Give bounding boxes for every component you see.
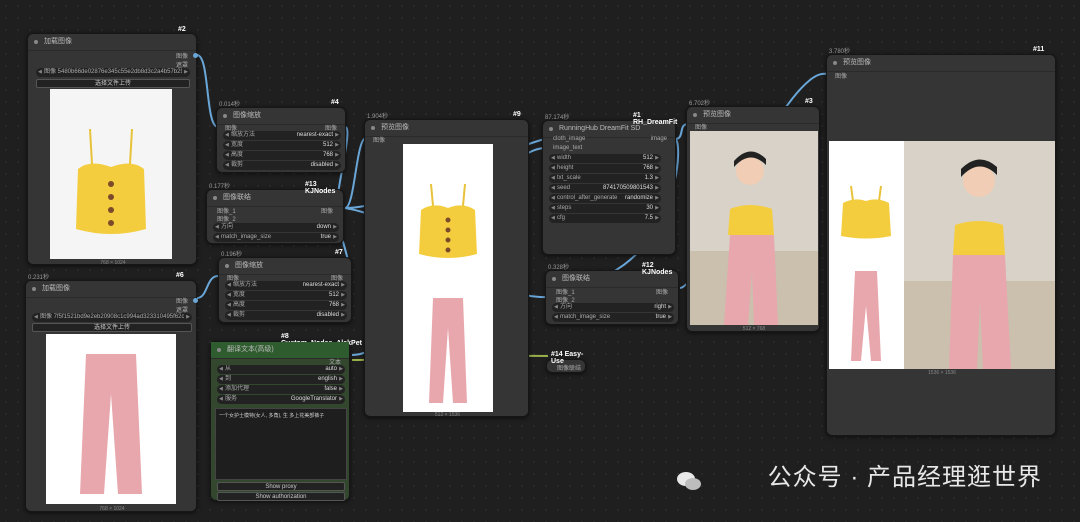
from-language-row[interactable]: 从auto — [217, 365, 345, 374]
wechat-icon — [677, 472, 701, 490]
proxy-row[interactable]: 添加代理false — [217, 385, 345, 394]
exec-time: 0.177秒 — [209, 184, 231, 190]
output-image-label: 图像 — [320, 209, 333, 215]
image-size-caption: 1536 × 1536 — [928, 370, 956, 376]
image-file-select[interactable]: 图像 7f5f1521bd9e2eb20908c1c994ad323310495… — [32, 313, 192, 322]
steps-row[interactable]: steps30 — [549, 204, 661, 213]
image-scale-node-7[interactable]: 0.196秒 #7 图像缩放 图像 图像 缩放方法nearest-exact 宽… — [218, 249, 352, 323]
image-size-caption: 768 × 1024 — [99, 506, 125, 512]
direction-row[interactable]: 方向right — [552, 303, 674, 312]
image-size-caption: 768 × 1024 — [100, 260, 126, 266]
preview-top-image — [403, 144, 493, 278]
pants-image — [46, 334, 176, 504]
scale-method-row[interactable]: 缩放方法nearest-exact — [225, 281, 347, 290]
output-image-label: image — [650, 136, 667, 142]
node-title: 加载图像 — [26, 281, 196, 298]
output-image-label: 图像 — [175, 54, 188, 60]
match-size-toggle[interactable]: match_image_sizetrue — [213, 233, 339, 242]
exec-time: 0.014秒 — [219, 102, 241, 108]
load-image-node-2[interactable]: 加载图像 #2 图像 遮罩 图像 5480b66de02876e345c55e2… — [27, 26, 198, 266]
width-row[interactable]: 宽度512 — [225, 291, 347, 300]
upload-button[interactable]: 选择文件上传 — [36, 79, 190, 88]
seed-row[interactable]: seed874170509801543 — [549, 184, 661, 193]
preview-image-node-3[interactable]: 6.702秒 #3 预览图像 图像 512 × 768 — [686, 98, 820, 332]
height-row[interactable]: height768 — [549, 164, 661, 173]
input-image-label: 图像 — [835, 74, 848, 80]
height-row[interactable]: 高度768 — [223, 151, 341, 160]
preview-image-node-11[interactable]: 3.780秒 #11 预览图像 图像 1536 × 1536 — [826, 46, 1056, 436]
exec-time: 3.780秒 — [829, 49, 851, 55]
image-concat-node-13[interactable]: 0.177秒 #13 KJNodes 图像联结 图像_1 图像_2 图像 方向d… — [206, 181, 344, 244]
node-title: 图像联结 — [557, 366, 582, 372]
tanktop-image — [50, 89, 172, 259]
exec-time: 6.702秒 — [689, 101, 711, 107]
txt-scale-row[interactable]: txt_scale1.3 — [549, 174, 661, 183]
width-row[interactable]: 宽度512 — [223, 141, 341, 150]
scale-method-row[interactable]: 缩放方法nearest-exact — [223, 131, 341, 140]
prompt-textarea[interactable]: 一个女护士模特(女人, 多角), 生 多上花美部裤子 — [215, 408, 347, 480]
upload-button[interactable]: 选择文件上传 — [32, 323, 192, 332]
show-authorization-button[interactable]: Show authorization — [217, 492, 345, 501]
service-row[interactable]: 服务GoogleTranslator — [217, 395, 345, 404]
image-size-caption: 512 × 768 — [742, 326, 766, 332]
output-image-socket[interactable] — [193, 53, 198, 58]
input-cloth-label: cloth_image — [553, 136, 586, 142]
exec-time: 0.328秒 — [548, 265, 570, 271]
width-row[interactable]: width512 — [549, 154, 661, 163]
node-badge: #7 — [335, 249, 343, 256]
watermark-text: 公众号 · 产品经理逛世界 — [767, 464, 1042, 491]
output-image-socket[interactable] — [193, 298, 198, 303]
translate-text-node-8[interactable]: #8 Custom_Nodes_AlekPet 翻译文本(高级) 文本 从aut… — [210, 333, 362, 501]
node-title: 图像联结 — [546, 271, 678, 288]
node-title: 预览图像 — [365, 120, 528, 137]
height-row[interactable]: 高度768 — [225, 301, 347, 310]
input-image2-label: 图像_2 — [217, 217, 236, 223]
node-badge: #11 — [1033, 46, 1045, 53]
load-image-node-6[interactable]: 0.231秒 #6 加载图像 图像 遮罩 图像 7f5f1521bd9e2eb2… — [25, 272, 198, 512]
node-badge: #2 — [178, 26, 186, 33]
exec-time: 0.196秒 — [221, 252, 243, 258]
preview-image-node-9[interactable]: 1.904秒 #9 预览图像 图像 512 × 1536 — [364, 111, 529, 418]
node-title: 加载图像 — [28, 34, 196, 51]
model-photo — [690, 131, 818, 325]
exec-time: 1.904秒 — [367, 114, 389, 120]
image-concat-node-12[interactable]: 0.328秒 #12 KJNodes 图像联结 图像_1 图像_2 图像 方向r… — [545, 262, 679, 325]
node-badge: #4 — [331, 99, 339, 106]
node-title: 预览图像 — [827, 55, 1055, 72]
direction-row[interactable]: 方向down — [213, 223, 339, 232]
node-title: 图像联结 — [207, 190, 343, 207]
node-badge: #9 — [513, 111, 521, 118]
node-badge: #6 — [176, 272, 184, 279]
crop-row[interactable]: 裁剪disabled — [225, 311, 347, 320]
dreamfit-node-1[interactable]: 87.174秒 #1 RH_DreamFit RunningHub DreamF… — [542, 112, 677, 255]
show-proxy-button[interactable]: Show proxy — [217, 482, 345, 491]
input-text-label: image_text — [553, 145, 583, 151]
output-image-label: 图像 — [655, 290, 668, 296]
match-size-toggle[interactable]: match_image_sizetrue — [552, 313, 674, 322]
control-after-generate-row[interactable]: control_after_generaterandomize — [549, 194, 661, 203]
node-badge: #3 — [805, 98, 813, 105]
exec-time: 87.174秒 — [545, 115, 570, 121]
preview-bottom-image — [403, 278, 493, 412]
to-language-row[interactable]: 到english — [217, 375, 345, 384]
image-scale-node-4[interactable]: 0.014秒 #4 图像缩放 图像 图像 缩放方法nearest-exact 宽… — [216, 99, 346, 173]
image-file-select[interactable]: 图像 5480b66de02876e345c55e2db8d3c2a4b57b2… — [36, 68, 190, 77]
crop-row[interactable]: 裁剪disabled — [223, 161, 341, 170]
easy-use-node-14[interactable]: #14 Easy-Use 图像联结 — [546, 351, 586, 373]
input-image-label: 图像 — [695, 125, 708, 131]
exec-time: 0.231秒 — [28, 275, 50, 281]
image-size-caption: 512 × 1536 — [434, 412, 461, 418]
cfg-row[interactable]: cfg7.5 — [549, 214, 661, 223]
output-image-label: 图像 — [175, 299, 188, 305]
preview-collage — [829, 141, 1055, 369]
input-image-label: 图像 — [373, 138, 386, 144]
